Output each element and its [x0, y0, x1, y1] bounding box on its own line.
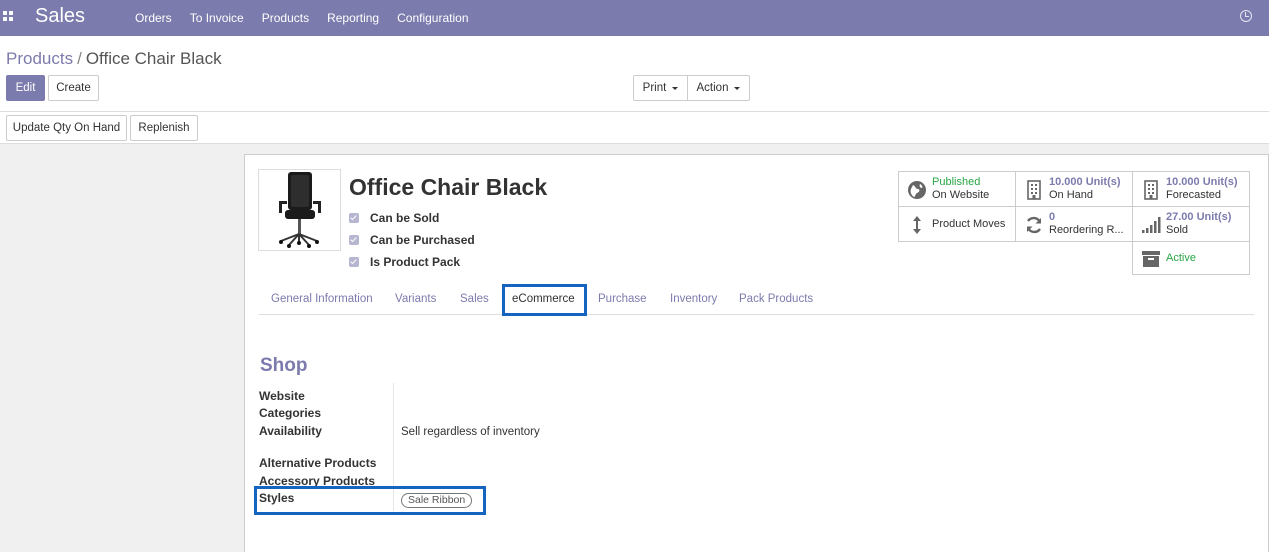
- notebook-tabs: General Information Variants Sales eComm…: [259, 285, 1254, 315]
- on-hand-smart-button[interactable]: 10.000 Unit(s) On Hand: [1015, 171, 1133, 207]
- checkbox-checked-icon[interactable]: [349, 257, 359, 267]
- menu-reporting[interactable]: Reporting: [318, 11, 388, 25]
- app-name: Sales: [35, 5, 86, 27]
- tab-general-information[interactable]: General Information: [271, 293, 373, 305]
- checkbox-checked-icon[interactable]: [349, 235, 359, 245]
- print-dropdown[interactable]: Print: [633, 75, 688, 101]
- form-sheet: Office Chair Black Can be Sold Can be Pu…: [244, 154, 1269, 552]
- main-menu: Orders To Invoice Products Reporting Con…: [126, 11, 478, 25]
- refresh-icon: [1026, 216, 1042, 234]
- reordering-value: 0: [1049, 211, 1056, 223]
- office-chair-image: [279, 172, 321, 248]
- forecasted-smart-button[interactable]: 10.000 Unit(s) Forecasted: [1132, 171, 1250, 207]
- building-icon: [1144, 180, 1158, 200]
- active-toggle-button[interactable]: Active: [1132, 241, 1250, 275]
- active-value: Active: [1166, 252, 1196, 264]
- apps-menu-icon[interactable]: [3, 11, 13, 21]
- sold-value: 27.00 Unit(s): [1166, 211, 1232, 223]
- action-dropdown[interactable]: Action: [687, 75, 750, 101]
- product-image[interactable]: [258, 169, 341, 251]
- tab-sales[interactable]: Sales: [460, 293, 489, 305]
- styles-row-highlight: [254, 486, 486, 515]
- control-panel: Products / Office Chair Black Edit Create …: [0, 36, 1269, 112]
- categories-label: Categories: [259, 406, 322, 420]
- published-smart-button[interactable]: Published On Website: [898, 171, 1016, 207]
- form-statusbar: Update Qty On Hand Replenish: [0, 112, 1269, 144]
- flag-label: Can be Sold: [370, 211, 440, 225]
- flag-can-be-purchased[interactable]: Can be Purchased: [349, 233, 475, 247]
- shop-section-title: Shop: [260, 355, 308, 376]
- tab-variants[interactable]: Variants: [395, 293, 436, 305]
- flag-label: Can be Purchased: [370, 233, 475, 247]
- forecasted-value: 10.000 Unit(s): [1166, 176, 1238, 188]
- bar-signal-icon: [1142, 217, 1161, 233]
- top-navbar: Sales Orders To Invoice Products Reporti…: [0, 0, 1269, 36]
- breadcrumb-products-link[interactable]: Products: [6, 49, 73, 68]
- tab-inventory[interactable]: Inventory: [670, 293, 717, 305]
- archive-icon: [1142, 251, 1160, 267]
- action-label: Action: [696, 82, 729, 94]
- globe-icon: [908, 181, 926, 199]
- up-down-arrow-icon: [913, 216, 921, 234]
- checkbox-checked-icon[interactable]: [349, 213, 359, 223]
- published-value: Published: [932, 176, 981, 188]
- create-button[interactable]: Create: [48, 75, 99, 101]
- update-qty-button[interactable]: Update Qty On Hand: [6, 115, 127, 141]
- breadcrumb-separator: /: [77, 49, 82, 68]
- breadcrumb: Products / Office Chair Black: [6, 49, 222, 69]
- building-icon: [1027, 180, 1041, 200]
- product-moves-smart-button[interactable]: Product Moves: [898, 206, 1016, 242]
- edit-button[interactable]: Edit: [6, 75, 45, 101]
- menu-to-invoice[interactable]: To Invoice: [181, 11, 253, 25]
- published-label: On Website: [932, 189, 990, 201]
- availability-label: Availability: [259, 424, 322, 438]
- forecasted-label: Forecasted: [1166, 189, 1222, 201]
- menu-configuration[interactable]: Configuration: [388, 11, 477, 25]
- reordering-smart-button[interactable]: 0 Reordering R...: [1015, 206, 1133, 242]
- flag-label: Is Product Pack: [370, 255, 461, 269]
- activity-clock-icon[interactable]: [1240, 10, 1252, 22]
- sold-label: Sold: [1166, 224, 1189, 236]
- print-label: Print: [642, 82, 667, 94]
- on-hand-label: On Hand: [1049, 189, 1094, 201]
- breadcrumb-current: Office Chair Black: [85, 49, 222, 68]
- product-name: Office Chair Black: [349, 174, 548, 200]
- reordering-label: Reordering R...: [1049, 224, 1124, 236]
- website-label: Website: [259, 389, 305, 403]
- tab-pack-products[interactable]: Pack Products: [739, 293, 813, 305]
- menu-orders[interactable]: Orders: [126, 11, 181, 25]
- availability-value[interactable]: Sell regardless of inventory: [401, 426, 540, 438]
- tab-purchase[interactable]: Purchase: [598, 293, 647, 305]
- chevron-down-icon: [672, 86, 679, 90]
- alternative-products-label: Alternative Products: [259, 456, 377, 470]
- replenish-button[interactable]: Replenish: [130, 115, 198, 141]
- on-hand-value: 10.000 Unit(s): [1049, 176, 1121, 188]
- sold-smart-button[interactable]: 27.00 Unit(s) Sold: [1132, 206, 1250, 242]
- product-moves-label: Product Moves: [932, 218, 1006, 230]
- chevron-down-icon: [734, 86, 741, 90]
- flag-can-be-sold[interactable]: Can be Sold: [349, 211, 439, 225]
- flag-is-product-pack[interactable]: Is Product Pack: [349, 255, 460, 269]
- ecommerce-tab-highlight: [502, 284, 587, 316]
- menu-products[interactable]: Products: [253, 11, 318, 25]
